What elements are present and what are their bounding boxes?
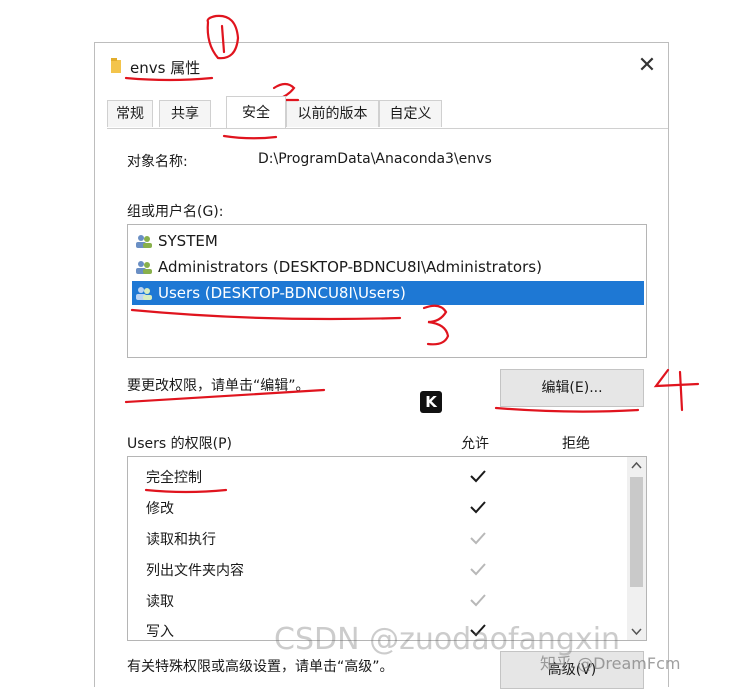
chevron-up-icon[interactable] xyxy=(627,457,646,475)
check-icon xyxy=(470,532,486,545)
users-icon xyxy=(136,261,152,274)
user-row-administrators[interactable]: Administrators (DESKTOP-BDNCU8I\Administ… xyxy=(132,255,644,279)
k-badge-icon: K xyxy=(420,391,442,413)
scrollbar-thumb[interactable] xyxy=(630,477,643,587)
permission-name: 读取和执行 xyxy=(146,532,216,548)
permission-row-modify: 修改 xyxy=(128,492,622,522)
title-bar: envs 属性 ✕ xyxy=(95,43,668,91)
permission-name: 修改 xyxy=(146,501,174,517)
close-button[interactable]: ✕ xyxy=(634,53,660,79)
edit-button[interactable]: 编辑(E)... xyxy=(500,369,644,407)
advanced-hint: 有关特殊权限或高级设置，请单击“高级”。 xyxy=(127,659,394,675)
object-name-label: 对象名称: xyxy=(127,154,188,170)
tab-customize[interactable]: 自定义 xyxy=(379,100,442,127)
user-name: Users (DESKTOP-BDNCU8I\Users) xyxy=(158,284,406,302)
permissions-label: Users 的权限(P) xyxy=(127,436,233,452)
permissions-list[interactable]: 完全控制 修改 读取和执行 列出文件夹内容 读取 写入 xyxy=(127,456,647,641)
permission-name: 读取 xyxy=(146,594,174,610)
scrollbar[interactable] xyxy=(627,457,646,640)
user-name: Administrators (DESKTOP-BDNCU8I\Administ… xyxy=(158,258,542,276)
chevron-down-icon[interactable] xyxy=(627,622,646,640)
users-icon xyxy=(136,287,152,300)
window-title: envs 属性 xyxy=(130,59,201,77)
permission-row-list-folder: 列出文件夹内容 xyxy=(128,554,622,584)
properties-dialog: envs 属性 ✕ 常规 共享 安全 以前的版本 自定义 对象名称: D:\Pr… xyxy=(94,42,669,689)
permission-row-read: 读取 xyxy=(128,585,622,615)
permission-name: 写入 xyxy=(146,624,174,640)
check-icon xyxy=(470,594,486,607)
watermark-zhihu: 知乎 @DreamFcm xyxy=(540,654,681,673)
tab-previous-versions[interactable]: 以前的版本 xyxy=(286,100,379,127)
group-or-user-label: 组或用户名(G): xyxy=(127,204,224,220)
object-name-value: D:\ProgramData\Anaconda3\envs xyxy=(258,151,492,167)
tab-security[interactable]: 安全 xyxy=(226,96,286,128)
permission-row-full-control: 完全控制 xyxy=(128,461,622,491)
user-row-system[interactable]: SYSTEM xyxy=(132,229,644,253)
user-list[interactable]: SYSTEM Administrators (DESKTOP-BDNCU8I\A… xyxy=(127,224,647,358)
tab-general[interactable]: 常规 xyxy=(107,100,153,127)
permission-name: 列出文件夹内容 xyxy=(146,563,244,579)
deny-column-header: 拒绝 xyxy=(562,436,590,452)
folder-icon xyxy=(111,58,121,73)
users-icon xyxy=(136,235,152,248)
change-permissions-hint: 要更改权限，请单击“编辑”。 xyxy=(127,378,310,394)
check-icon xyxy=(470,501,486,514)
check-icon xyxy=(470,470,486,483)
check-icon xyxy=(470,563,486,576)
permission-row-read-execute: 读取和执行 xyxy=(128,523,622,553)
tab-sharing[interactable]: 共享 xyxy=(159,100,211,127)
user-name: SYSTEM xyxy=(158,232,218,250)
permission-name: 完全控制 xyxy=(146,470,202,486)
user-row-users[interactable]: Users (DESKTOP-BDNCU8I\Users) xyxy=(132,281,644,305)
allow-column-header: 允许 xyxy=(461,436,489,452)
tab-bar: 常规 共享 安全 以前的版本 自定义 xyxy=(107,96,668,129)
